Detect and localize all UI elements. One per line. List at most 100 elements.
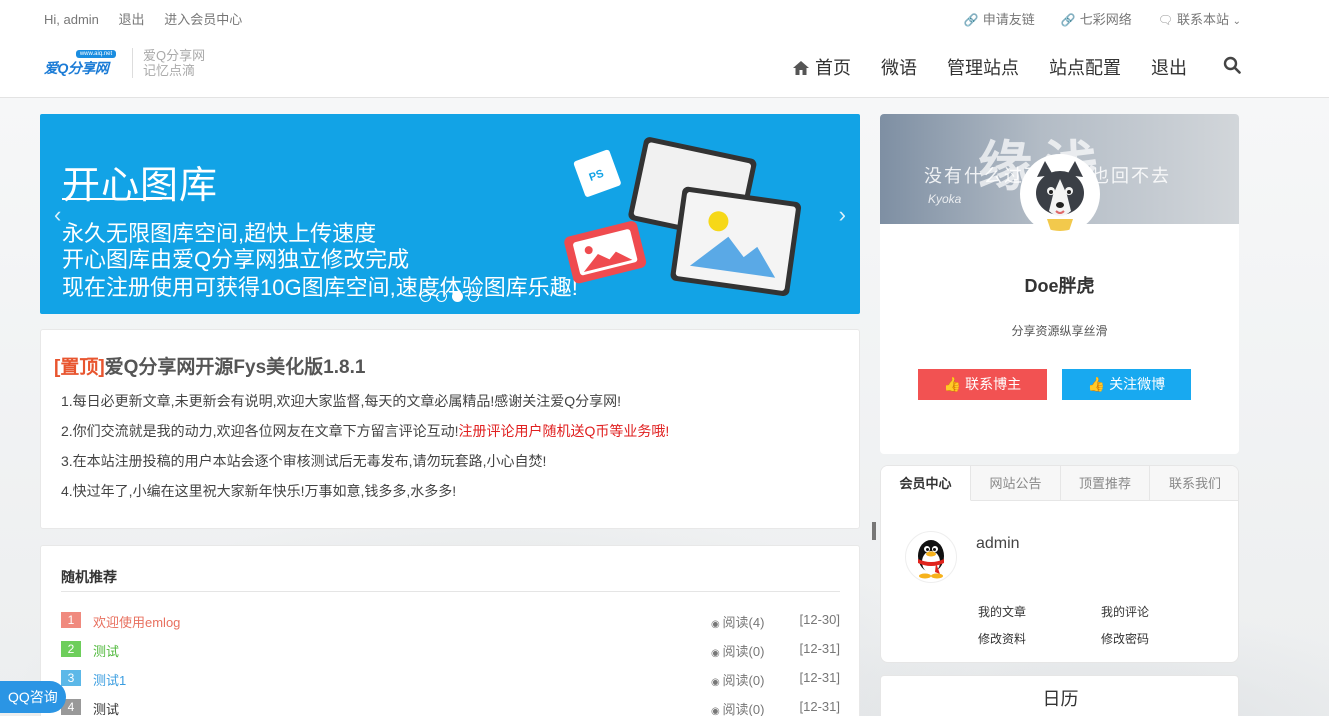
- nav-weiyu[interactable]: 微语: [881, 54, 917, 80]
- profile-card: 缘浅 没有什么过不去 再也回不去 Kyoka Doe胖虎 分享资源纵享丝滑 👍 …: [880, 114, 1239, 454]
- tab-member-center[interactable]: 会员中心: [881, 466, 971, 501]
- article-date: [12-31]: [799, 670, 840, 685]
- nav-home[interactable]: 首页: [793, 54, 851, 80]
- logo-text: 爱Q分享网: [44, 60, 109, 76]
- slogan-line-2: 记忆点滴: [143, 63, 196, 78]
- logo-slogan: 爱Q分享网 记忆点滴: [143, 48, 205, 78]
- contact-blogger-label: 联系博主: [965, 376, 1022, 392]
- banner-dot[interactable]: [436, 291, 447, 302]
- qq-consult-label: QQ咨询: [8, 689, 58, 705]
- post-para-2-highlight: 注册评论用户随机送Q币等业务哦!: [458, 423, 670, 439]
- header: www.aiq.net 爱Q分享网 爱Q分享网 记忆点滴 首页 微语 管理站点 …: [0, 34, 1329, 98]
- member-tabs-widget: 会员中心 网站公告 顶置推荐 联系我们 admin 我的文章 我的评论 修改资料…: [880, 465, 1239, 663]
- apply-link-item[interactable]: 🔗 申请友链: [964, 9, 1035, 28]
- follow-weibo-label: 关注微博: [1109, 376, 1166, 392]
- list-item[interactable]: 1 欢迎使用emlog ◉ 阅读(4) [12-30]: [61, 612, 840, 630]
- article-title-link[interactable]: 测试: [93, 699, 119, 716]
- post-title-text: 爱Q分享网开源Fys美化版1.8.1: [104, 357, 366, 378]
- article-date: [12-31]: [799, 641, 840, 656]
- profile-name: Doe胖虎: [1024, 276, 1095, 296]
- logo-divider: [132, 48, 133, 78]
- post-para-2-text: 2.你们交流就是我的动力,欢迎各位网友在文章下方留言评论互动!: [61, 423, 459, 439]
- top-bar: Hi, admin 退出 进入会员中心 🔗 申请友链 🔗 七彩网络 🗨 联系本站 ⌄: [0, 0, 1329, 34]
- thumbs-up-icon: 👍: [1087, 376, 1106, 392]
- my-articles-link[interactable]: 我的文章: [978, 603, 1026, 620]
- link-icon: 🔗: [963, 13, 979, 27]
- contact-blogger-button[interactable]: 👍 联系博主: [918, 369, 1047, 400]
- view-count-text: 阅读(4): [722, 615, 765, 630]
- list-item[interactable]: 3 测试1 ◉ 阅读(0) [12-31]: [61, 670, 840, 688]
- husky-avatar-icon: [1023, 157, 1097, 231]
- follow-weibo-button[interactable]: 👍 关注微博: [1062, 369, 1191, 400]
- post-para-3: 3.在本站注册投稿的用户本站会逐个审核测试后无毒发布,请勿玩套路,小心自焚!: [61, 453, 547, 469]
- slogan-line-1: 爱Q分享网: [143, 48, 206, 63]
- greeting: Hi, admin: [44, 12, 99, 27]
- member-username: admin: [976, 535, 1020, 552]
- article-title-link[interactable]: 测试1: [93, 670, 126, 689]
- banner-dot[interactable]: [468, 291, 479, 302]
- apply-link-label: 申请友链: [982, 12, 1035, 27]
- contact-site-item[interactable]: 🗨 联系本站 ⌄: [1158, 9, 1241, 28]
- view-count-text: 阅读(0): [722, 644, 765, 659]
- pinned-post: [置顶]爱Q分享网开源Fys美化版1.8.1 1.每日必更新文章,未更新会有说明…: [40, 329, 860, 529]
- avatar[interactable]: [1020, 154, 1100, 234]
- random-heading: 随机推荐: [61, 569, 117, 585]
- view-count: ◉ 阅读(4): [711, 612, 764, 631]
- view-count: ◉ 阅读(0): [711, 641, 764, 660]
- scroll-handle[interactable]: [872, 522, 876, 540]
- member-center-link[interactable]: 进入会员中心: [164, 12, 242, 27]
- banner-dot[interactable]: [420, 291, 431, 302]
- calendar-title: 日历: [1042, 689, 1079, 709]
- rank-badge: 1: [61, 612, 81, 628]
- banner-title-underline: [62, 198, 162, 200]
- banner-pagination: [420, 291, 479, 302]
- profile-desc: 分享资源纵享丝滑: [1011, 324, 1108, 338]
- eye-icon: ◉: [711, 706, 723, 716]
- logo-tag: www.aiq.net: [76, 50, 116, 58]
- tab-contact-us[interactable]: 联系我们: [1150, 466, 1238, 501]
- main-nav: 首页 微语 管理站点 站点配置 退出: [793, 54, 1241, 80]
- banner-next-arrow[interactable]: ›: [839, 202, 846, 228]
- site-logo[interactable]: www.aiq.net 爱Q分享网 爱Q分享网 记忆点滴: [44, 48, 205, 78]
- calendar-widget: 日历: [880, 675, 1239, 716]
- list-item[interactable]: 4 测试 ◉ 阅读(0) [12-31]: [61, 699, 840, 716]
- qicai-link-item[interactable]: 🔗 七彩网络: [1061, 9, 1132, 28]
- tab-announcement[interactable]: 网站公告: [971, 466, 1061, 501]
- tab-pinned-recommend[interactable]: 顶置推荐: [1061, 466, 1150, 501]
- home-icon: [793, 61, 809, 75]
- cover-signature: Kyoka: [928, 192, 962, 206]
- article-title-link[interactable]: 测试: [93, 641, 119, 660]
- search-icon[interactable]: [1223, 56, 1241, 74]
- nav-manage-site[interactable]: 管理站点: [947, 54, 1019, 80]
- article-date: [12-31]: [799, 699, 840, 714]
- banner-dot-active[interactable]: [452, 291, 463, 302]
- nav-logout[interactable]: 退出: [1151, 54, 1187, 80]
- change-password-link[interactable]: 修改密码: [1101, 630, 1149, 647]
- top-right-links: 🔗 申请友链 🔗 七彩网络 🗨 联系本站 ⌄: [964, 9, 1241, 28]
- article-title-link[interactable]: 欢迎使用emlog: [93, 612, 180, 631]
- qq-consult-button[interactable]: QQ咨询: [0, 681, 66, 713]
- list-item[interactable]: 2 测试 ◉ 阅读(0) [12-31]: [61, 641, 840, 659]
- eye-icon: ◉: [711, 619, 723, 630]
- eye-icon: ◉: [711, 648, 723, 659]
- view-count: ◉ 阅读(0): [711, 670, 764, 689]
- rank-badge: 2: [61, 641, 81, 657]
- nav-site-config[interactable]: 站点配置: [1049, 54, 1121, 80]
- post-para-4: 4.快过年了,小编在这里祝大家新年快乐!万事如意,钱多多,水多多!: [61, 483, 457, 499]
- qicai-link-label: 七彩网络: [1079, 12, 1132, 27]
- view-count-text: 阅读(0): [722, 702, 765, 716]
- post-title[interactable]: [置顶]爱Q分享网开源Fys美化版1.8.1: [54, 352, 365, 379]
- qq-penguin-avatar[interactable]: [905, 531, 957, 583]
- contact-site-label: 联系本站: [1176, 12, 1229, 27]
- post-para-2: 2.你们交流就是我的动力,欢迎各位网友在文章下方留言评论互动!注册评论用户随机送…: [61, 421, 669, 441]
- banner-prev-arrow[interactable]: ‹: [54, 202, 61, 228]
- user-links: Hi, admin 退出 进入会员中心: [44, 9, 258, 28]
- my-comments-link[interactable]: 我的评论: [1101, 603, 1149, 620]
- banner-slider[interactable]: 开心图库 永久无限图库空间,超快上传速度 开心图库由爱Q分享网独立修改完成 现在…: [40, 114, 860, 314]
- banner-line-3: 现在注册使用可获得10G图库空间,速度体验图库乐趣!: [62, 275, 578, 300]
- edit-profile-link[interactable]: 修改资料: [978, 630, 1026, 647]
- view-count-text: 阅读(0): [722, 673, 765, 688]
- link-icon: 🔗: [1060, 13, 1076, 27]
- logout-link[interactable]: 退出: [119, 12, 145, 27]
- eye-icon: ◉: [711, 677, 723, 688]
